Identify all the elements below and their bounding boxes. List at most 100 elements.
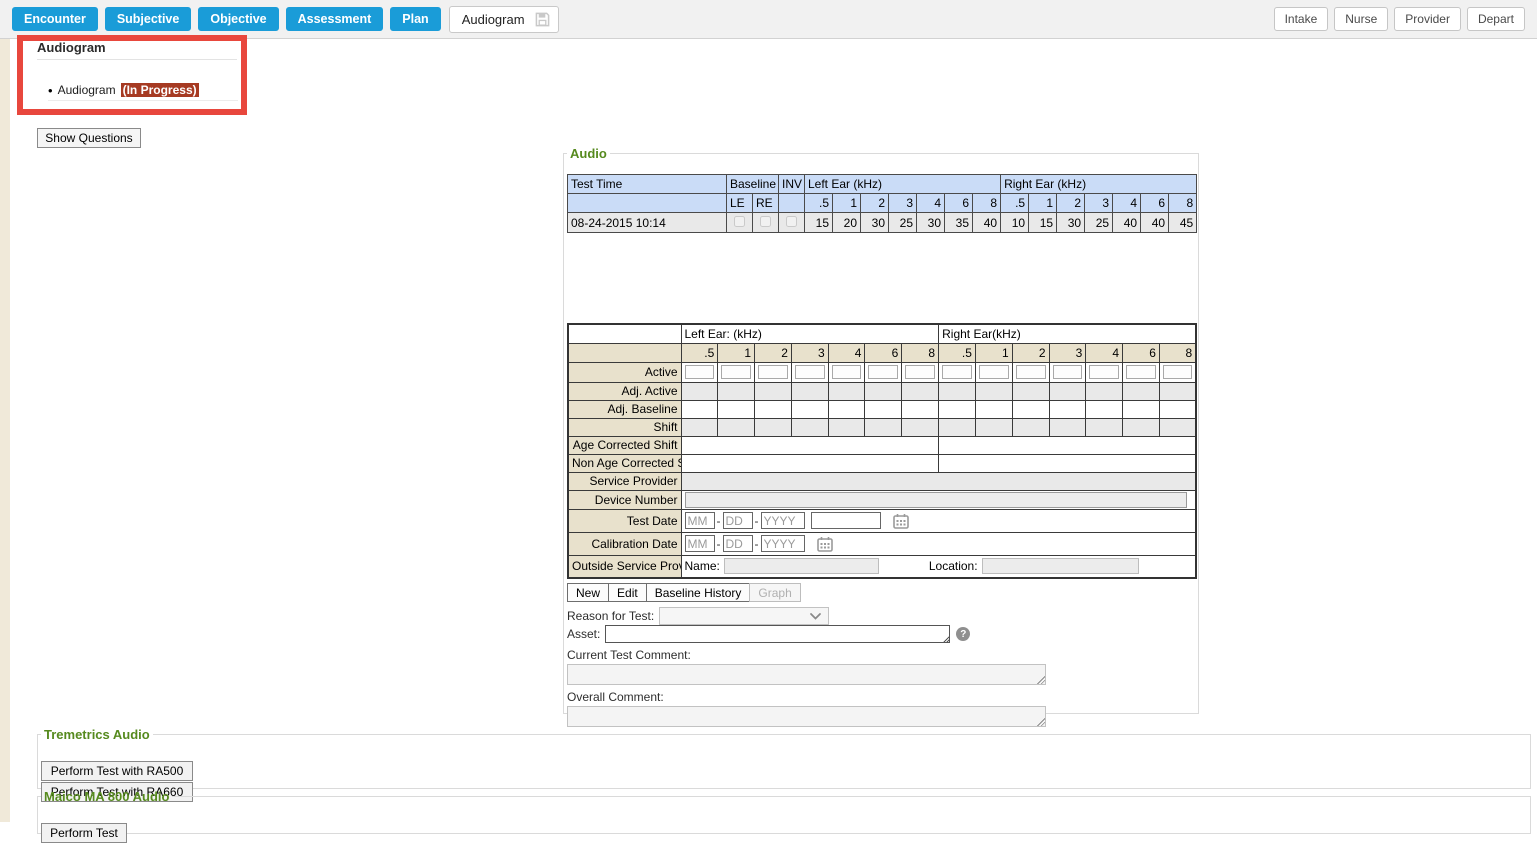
- adj-baseline-row: Adj. Baseline: [568, 400, 1196, 418]
- freq-header: 4: [917, 194, 945, 213]
- active-value-input[interactable]: [795, 365, 825, 379]
- inv-checkbox[interactable]: [786, 216, 797, 227]
- new-button[interactable]: New: [567, 583, 609, 602]
- subjective-button[interactable]: Subjective: [105, 7, 192, 31]
- overall-comment-label: Overall Comment:: [567, 690, 664, 704]
- freq-header: 3: [1085, 194, 1113, 213]
- provider-button[interactable]: Provider: [1394, 7, 1461, 31]
- encounter-nav-group: Encounter Subjective Objective Assessmen…: [12, 7, 441, 31]
- objective-button[interactable]: Objective: [198, 7, 278, 31]
- right-ear-value: 10: [1001, 213, 1029, 233]
- active-value-input[interactable]: [685, 365, 715, 379]
- active-value-input[interactable]: [1126, 365, 1156, 379]
- calibration-day-input[interactable]: [723, 535, 753, 552]
- reason-for-test-row: Reason for Test:: [567, 607, 829, 625]
- col-header-left-ear: Left Ear (kHz): [805, 175, 1001, 194]
- edit-button[interactable]: Edit: [608, 583, 647, 602]
- left-ear-value: 30: [917, 213, 945, 233]
- calendar-icon[interactable]: [817, 536, 833, 552]
- visit-stage-group: Intake Nurse Provider Depart: [1274, 7, 1525, 31]
- plan-button[interactable]: Plan: [390, 7, 440, 31]
- active-row: Active: [568, 362, 1196, 382]
- left-ear-value: 35: [945, 213, 973, 233]
- freq-header: 4: [1086, 343, 1123, 362]
- graph-button[interactable]: Graph: [749, 583, 800, 602]
- maico-perform-test-button[interactable]: Perform Test: [41, 823, 127, 843]
- right-ear-value: 45: [1169, 213, 1197, 233]
- active-value-input[interactable]: [721, 365, 751, 379]
- active-value-input[interactable]: [758, 365, 788, 379]
- help-icon[interactable]: ?: [956, 627, 970, 641]
- detail-right-ear-header: Right Ear(kHz): [939, 324, 1197, 343]
- freq-header: 3: [889, 194, 917, 213]
- active-value-input[interactable]: [1053, 365, 1083, 379]
- test-date-year-input[interactable]: [761, 512, 805, 529]
- save-icon[interactable]: [535, 12, 550, 27]
- freq-header: 4: [1113, 194, 1141, 213]
- date-separator: -: [755, 537, 759, 551]
- audiogram-item-link[interactable]: Audiogram: [58, 83, 116, 97]
- non-age-corrected-shift-row: Non Age Corrected Shift: [568, 454, 1196, 472]
- osp-location-input[interactable]: [982, 558, 1139, 574]
- calibration-year-input[interactable]: [761, 535, 805, 552]
- right-ear-value: 15: [1029, 213, 1057, 233]
- current-test-comment-textarea[interactable]: [567, 664, 1046, 685]
- in-progress-status-badge: (In Progress): [121, 83, 199, 97]
- intake-button[interactable]: Intake: [1274, 7, 1329, 31]
- assessment-button[interactable]: Assessment: [286, 7, 384, 31]
- calibration-month-input[interactable]: [685, 535, 715, 552]
- reason-for-test-select[interactable]: [659, 607, 829, 625]
- asset-label: Asset:: [567, 627, 600, 641]
- perform-test-ra500-button[interactable]: Perform Test with RA500: [41, 761, 193, 781]
- active-value-input[interactable]: [832, 365, 862, 379]
- show-questions-button[interactable]: Show Questions: [37, 128, 141, 148]
- calendar-icon[interactable]: [893, 513, 909, 529]
- active-value-input[interactable]: [1089, 365, 1119, 379]
- left-ear-value: 40: [973, 213, 1001, 233]
- encounter-button[interactable]: Encounter: [12, 7, 98, 31]
- row-label-outside-service-provider: Outside Service Provider: [568, 555, 681, 578]
- freq-header: 2: [755, 343, 792, 362]
- depart-button[interactable]: Depart: [1467, 7, 1525, 31]
- baseline-le-checkbox[interactable]: [734, 216, 745, 227]
- left-ear-value: 15: [805, 213, 833, 233]
- audio-detail-table: Left Ear: (kHz) Right Ear(kHz) .5 1 2 3 …: [567, 323, 1197, 579]
- nurse-button[interactable]: Nurse: [1334, 7, 1388, 31]
- row-label-active: Active: [568, 362, 681, 382]
- top-toolbar: Encounter Subjective Objective Assessmen…: [0, 0, 1537, 39]
- active-value-input[interactable]: [868, 365, 898, 379]
- baseline-history-button[interactable]: Baseline History: [646, 583, 751, 602]
- col-header-inv: INV: [779, 175, 805, 194]
- device-number-input[interactable]: [685, 492, 1188, 508]
- audiogram-section-heading: Audiogram: [37, 40, 237, 60]
- active-value-input[interactable]: [1163, 365, 1192, 379]
- col-subheader-inv-empty: [779, 194, 805, 213]
- test-time-input[interactable]: [811, 512, 881, 529]
- asset-input[interactable]: [605, 625, 950, 643]
- detail-label-empty: [568, 343, 681, 362]
- left-ear-value: 25: [889, 213, 917, 233]
- detail-corner-empty: [568, 324, 681, 343]
- freq-header: 6: [1141, 194, 1169, 213]
- maico-legend: Maico MA 800 Audio: [41, 789, 172, 804]
- active-value-input[interactable]: [1016, 365, 1046, 379]
- test-date-month-input[interactable]: [685, 512, 715, 529]
- freq-header: 8: [902, 343, 939, 362]
- active-value-input[interactable]: [905, 365, 935, 379]
- audio-section: Audio Test Time Baseline INV Left Ear (k…: [563, 146, 1199, 714]
- test-date-day-input[interactable]: [723, 512, 753, 529]
- osp-name-input[interactable]: [724, 558, 879, 574]
- audiogram-tab[interactable]: Audiogram: [449, 6, 559, 33]
- date-separator: -: [717, 537, 721, 551]
- asset-row: Asset: ?: [567, 625, 970, 643]
- overall-comment-textarea[interactable]: [567, 706, 1046, 727]
- row-label-device-number: Device Number: [568, 490, 681, 509]
- date-separator: -: [717, 514, 721, 528]
- freq-header: 6: [1123, 343, 1160, 362]
- baseline-re-checkbox[interactable]: [760, 216, 771, 227]
- col-header-right-ear: Right Ear (kHz): [1001, 175, 1197, 194]
- audiogram-tab-label[interactable]: Audiogram: [462, 12, 525, 27]
- active-value-input[interactable]: [979, 365, 1009, 379]
- active-value-input[interactable]: [942, 365, 972, 379]
- freq-header: 1: [718, 343, 755, 362]
